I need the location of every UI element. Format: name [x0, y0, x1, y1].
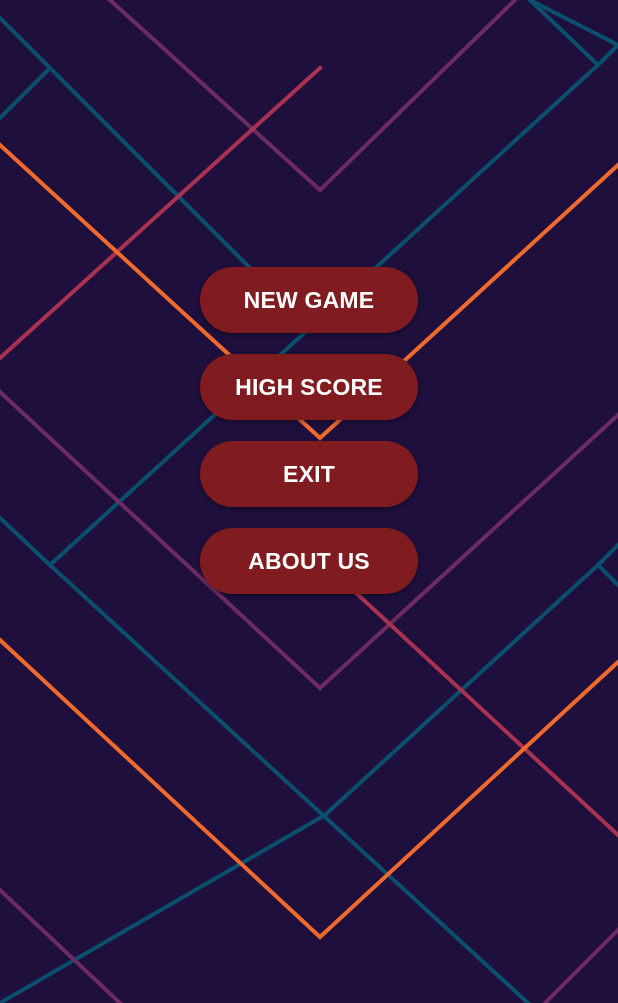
exit-button[interactable]: EXIT [200, 441, 418, 507]
new-game-button[interactable]: NEW GAME [200, 267, 418, 333]
about-us-button[interactable]: ABOUT US [200, 528, 418, 594]
main-menu: NEW GAME HIGH SCORE EXIT ABOUT US [200, 267, 418, 615]
high-score-button[interactable]: HIGH SCORE [200, 354, 418, 420]
